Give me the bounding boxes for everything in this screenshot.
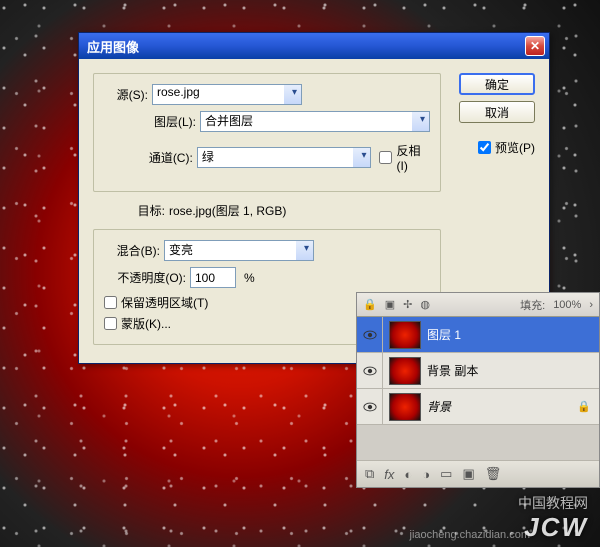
layer-name[interactable]: 背景 [427, 398, 577, 415]
visibility-toggle[interactable] [357, 317, 383, 352]
mask-label: 蒙版(K)... [121, 315, 171, 332]
channel-label: 通道(C): [104, 149, 197, 166]
layer-value: 合并图层 [205, 114, 253, 128]
visibility-toggle[interactable] [357, 389, 383, 424]
eye-icon [363, 330, 377, 340]
fx-icon[interactable]: fx [384, 467, 394, 482]
opacity-suffix: % [244, 271, 255, 285]
delete-layer-icon[interactable]: 🗑 [485, 466, 502, 482]
preserve-transparency-label: 保留透明区域(T) [121, 294, 208, 311]
invert-label: 反相(I) [396, 142, 430, 173]
watermark-cn: 中国教程网 [518, 493, 588, 513]
link-layers-icon[interactable]: ⧉ [365, 466, 374, 482]
new-group-icon[interactable]: ▭ [440, 466, 452, 482]
close-icon[interactable]: ✕ [525, 36, 545, 56]
ok-button[interactable]: 确定 [459, 73, 535, 95]
mask-input[interactable] [104, 317, 117, 330]
layers-toolbar: 🔒 ▣ ✢ ◍ 填充: 100% › [357, 293, 599, 317]
target-value: rose.jpg(图层 1, RGB) [169, 202, 286, 219]
source-fieldset: 源(S): rose.jpg 图层(L): 合并图层 通道(C): 绿 [93, 73, 441, 192]
channel-select[interactable]: 绿 [197, 147, 372, 168]
preview-checkbox[interactable]: 预览(P) [478, 139, 535, 156]
layer-row[interactable]: 背景 副本 [357, 353, 599, 389]
preview-checkbox-input[interactable] [478, 141, 491, 154]
layer-thumbnail[interactable] [389, 321, 421, 349]
watermark-sub: jiaocheng.chazidian.com [410, 529, 530, 541]
source-value: rose.jpg [157, 85, 200, 99]
layer-name[interactable]: 背景 副本 [427, 362, 599, 379]
opacity-input[interactable] [190, 267, 236, 288]
mask-icon[interactable]: ◐ [404, 467, 412, 482]
watermark-jcw: JCW [524, 512, 588, 543]
layers-footer: ⧉ fx ◐ ◑ ▭ ▣ 🗑 [357, 461, 599, 487]
lock-icon[interactable]: 🔒 [363, 298, 377, 311]
layer-row[interactable]: 背景 🔒 [357, 389, 599, 425]
layer-name[interactable]: 图层 1 [427, 326, 599, 343]
layer-thumbnail[interactable] [389, 393, 421, 421]
blend-value: 变亮 [169, 243, 193, 257]
opacity-label: 不透明度(O): [104, 269, 190, 286]
layers-panel: 🔒 ▣ ✢ ◍ 填充: 100% › 图层 1 背景 副本 背景 [356, 292, 600, 488]
layers-list: 图层 1 背景 副本 背景 🔒 [357, 317, 599, 461]
layers-empty-area[interactable] [357, 425, 599, 461]
toolbar-icon[interactable]: ◍ [420, 298, 430, 311]
preserve-transparency-input[interactable] [104, 296, 117, 309]
source-select[interactable]: rose.jpg [152, 84, 302, 105]
channel-value: 绿 [202, 150, 214, 164]
adjustment-icon[interactable]: ◑ [422, 467, 430, 482]
eye-icon [363, 366, 377, 376]
dialog-titlebar[interactable]: 应用图像 ✕ [79, 33, 549, 59]
layer-row[interactable]: 图层 1 [357, 317, 599, 353]
new-layer-icon[interactable]: ▣ [462, 466, 474, 482]
source-label: 源(S): [104, 86, 152, 103]
chevron-right-icon[interactable]: › [589, 299, 593, 311]
lock-icon: 🔒 [577, 400, 591, 413]
fill-opacity-label: 填充: [520, 297, 545, 313]
target-label: 目标: [93, 202, 169, 219]
toolbar-icon[interactable]: ▣ [385, 298, 395, 311]
cancel-button[interactable]: 取消 [459, 101, 535, 123]
layer-select[interactable]: 合并图层 [200, 111, 430, 132]
preview-label: 预览(P) [495, 139, 535, 156]
visibility-toggle[interactable] [357, 353, 383, 388]
fill-opacity-value[interactable]: 100% [553, 299, 581, 311]
toolbar-icon[interactable]: ✢ [403, 298, 412, 311]
blend-select[interactable]: 变亮 [164, 240, 314, 261]
layer-label: 图层(L): [104, 113, 200, 130]
invert-checkbox-input[interactable] [379, 151, 392, 164]
dialog-title: 应用图像 [87, 37, 525, 56]
eye-icon [363, 402, 377, 412]
blend-label: 混合(B): [104, 242, 164, 259]
layer-thumbnail[interactable] [389, 357, 421, 385]
invert-checkbox[interactable]: 反相(I) [379, 142, 430, 173]
